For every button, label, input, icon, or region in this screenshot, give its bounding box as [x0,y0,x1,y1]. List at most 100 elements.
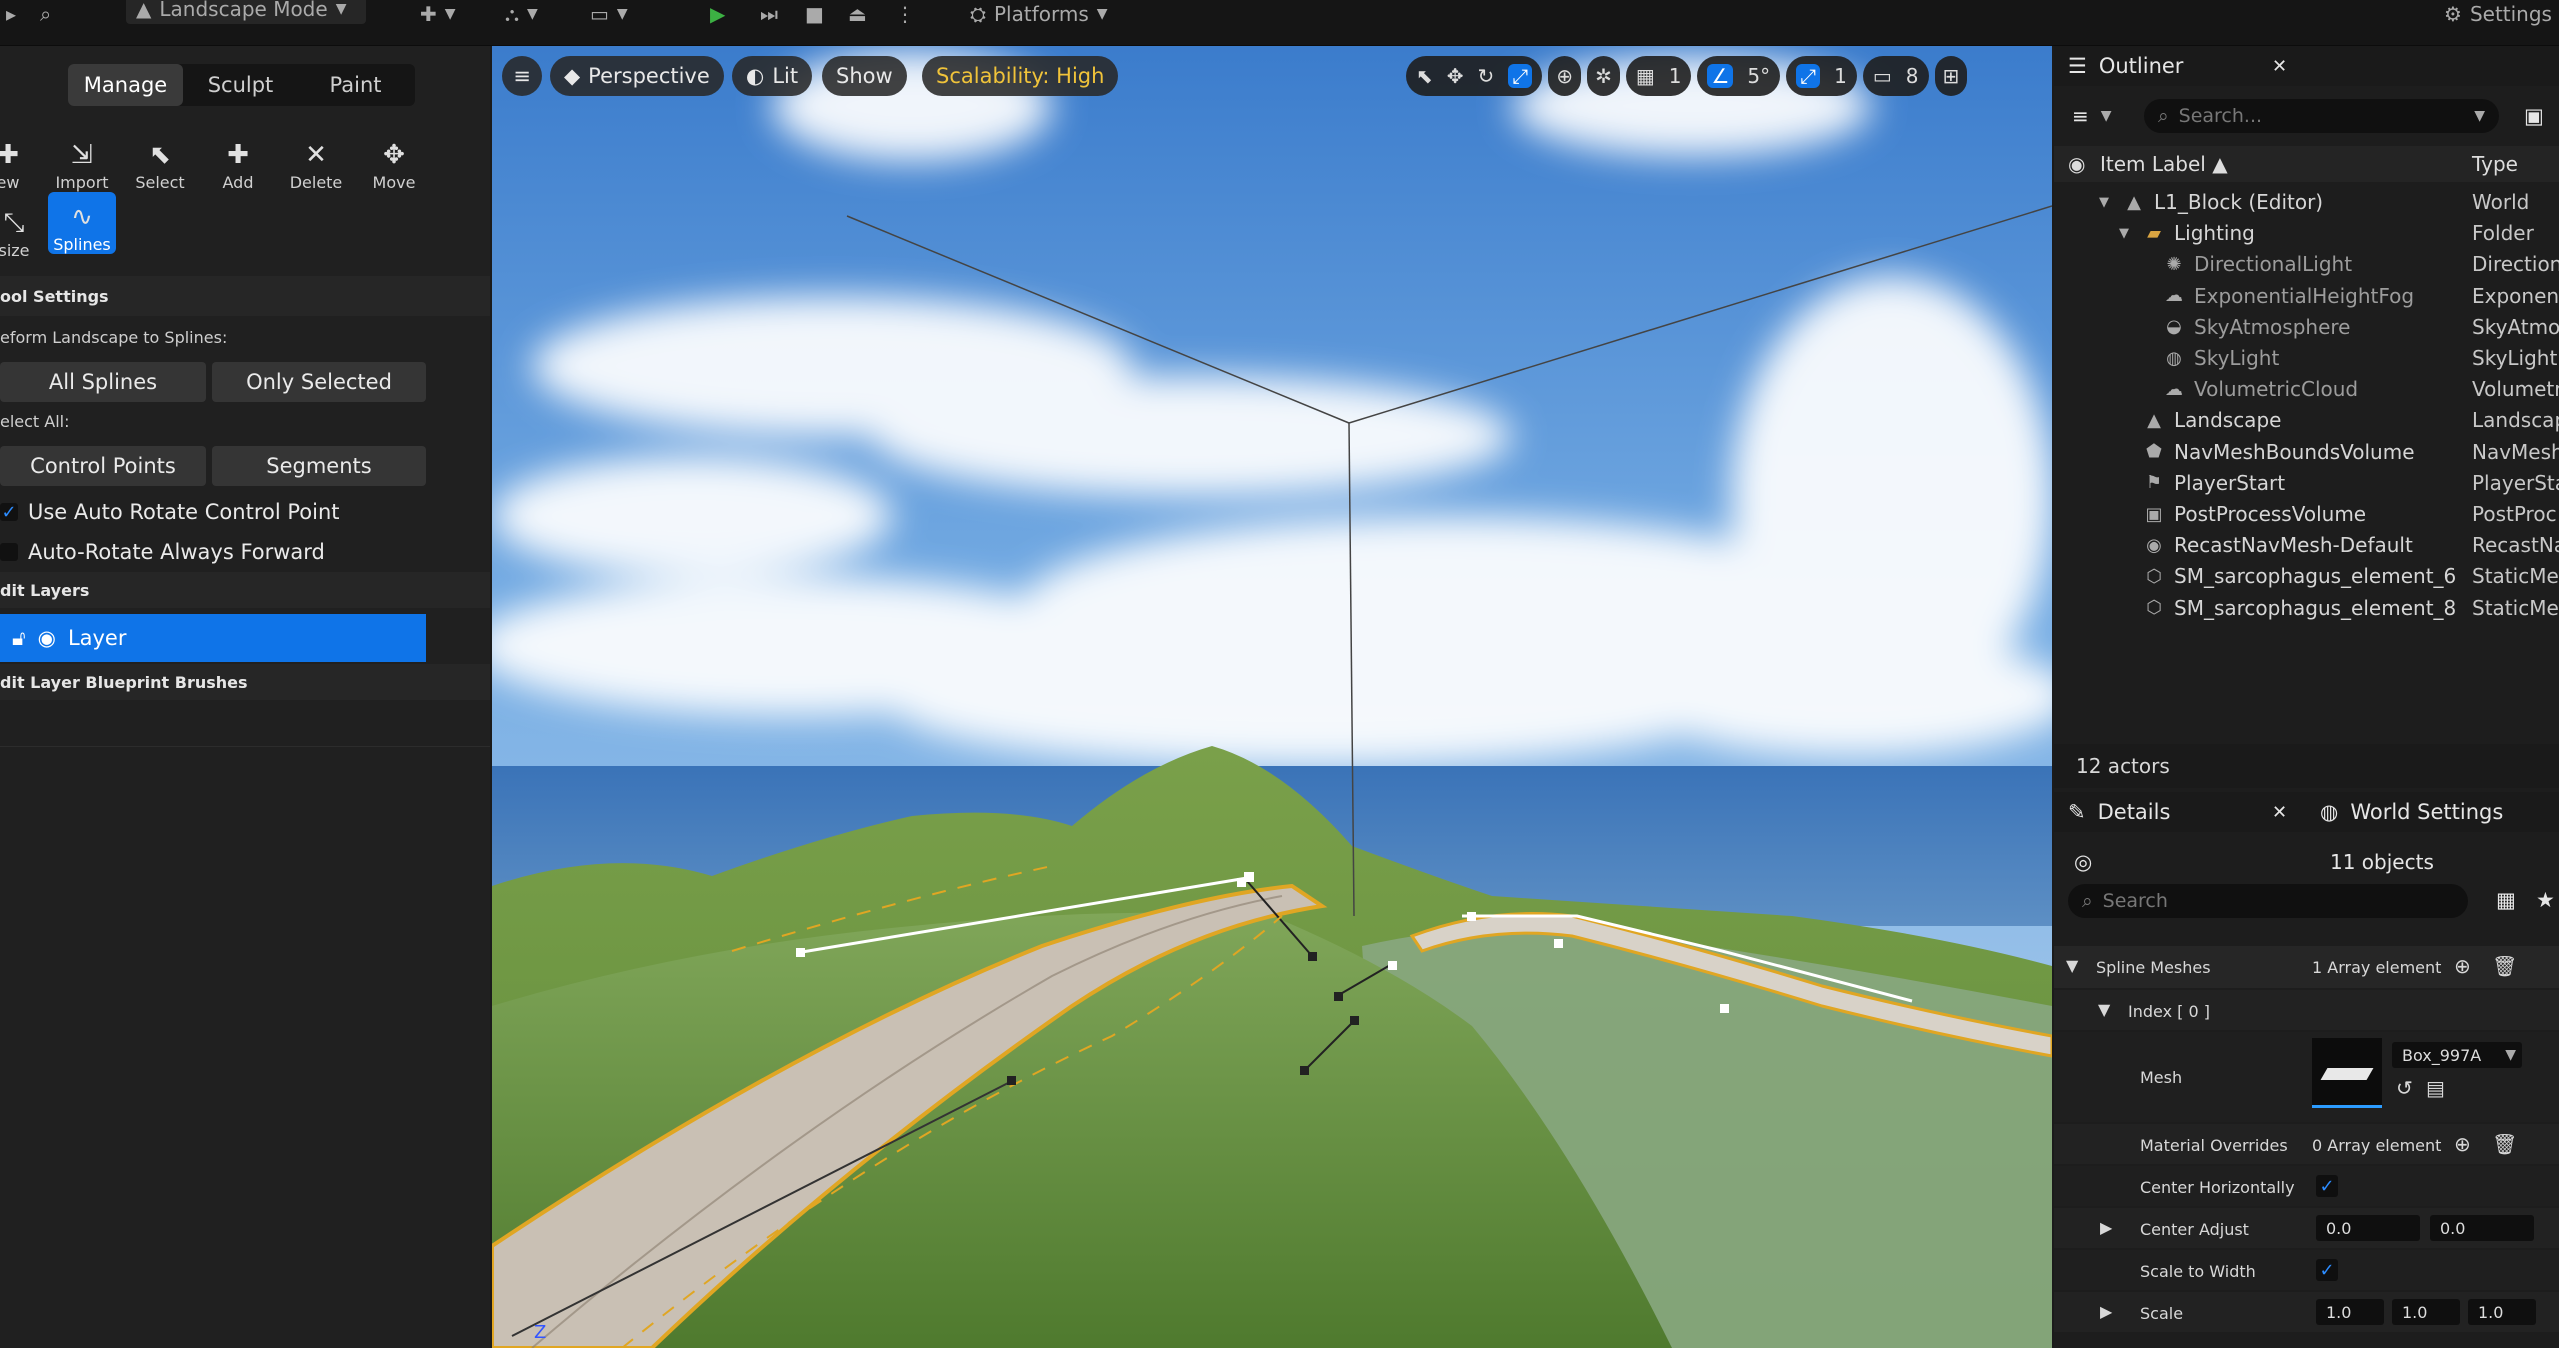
grid-snap-group[interactable]: ▦ 1 [1625,56,1692,96]
tab-sculpt[interactable]: Sculpt [183,64,298,106]
segments-button[interactable]: Segments [212,446,426,486]
outliner-row[interactable]: ☁ VolumetricCloud Volumetr [2054,373,2559,404]
use-auto-rotate-checkbox[interactable]: ✓ [0,502,18,523]
expand-arrow-icon[interactable]: ▶ [2100,1218,2112,1237]
content-browser-icon[interactable]: ⌕ [40,0,51,28]
play-button[interactable]: ▶ [710,0,725,28]
col-item-label[interactable]: Item Label ▲ [2100,152,2228,176]
rotation-snap-group[interactable]: ∠ 5° [1697,56,1781,96]
add-element-icon[interactable]: ⊕ [2454,1132,2471,1156]
center-horizontally-checkbox[interactable]: ✓ [2316,1175,2338,1197]
outliner-row[interactable]: ⬟ NavMeshBoundsVolume NavMesh [2054,436,2559,467]
expand-arrow-icon[interactable]: ▼ [2094,195,2114,210]
mode-dropdown[interactable]: ▲ Landscape Mode ▼ [126,0,366,24]
spline-control-point[interactable] [1388,961,1397,970]
outliner-tab[interactable]: ☰ Outliner [2068,46,2183,86]
spline-control-point[interactable] [796,948,805,957]
visibility-eye-icon[interactable]: ◉ [2068,152,2085,176]
spline-tangent-handle[interactable] [1350,1016,1359,1025]
center-adjust-y-input[interactable]: 0.0 [2430,1215,2534,1241]
trash-icon[interactable]: 🗑︎ [2492,1132,2517,1156]
edit-layers-header[interactable]: dit Layers [0,572,490,608]
rotate-icon[interactable]: ↻ [1478,64,1495,88]
expand-arrow-icon[interactable]: ▼ [2098,1000,2110,1019]
spline-control-point[interactable] [1554,939,1563,948]
lit-dropdown[interactable]: ◐ Lit [732,56,813,96]
coordinate-space-button[interactable]: ⊕ [1548,56,1582,96]
select-mode-icon[interactable]: ⬉ [1416,64,1433,88]
outliner-row[interactable]: ✺ DirectionalLight Direction [2054,248,2559,279]
outliner-filter-button[interactable]: ≡ ▼ [2072,96,2112,136]
perspective-dropdown[interactable]: ◆ Perspective [550,56,724,96]
trash-icon[interactable]: 🗑︎ [2492,954,2517,978]
blueprint-button[interactable]: ⛬ ▼ [505,0,538,28]
auto-rotate-forward-checkbox[interactable] [0,543,18,561]
spline-control-point[interactable] [1467,912,1476,921]
spline-tangent-handle[interactable] [1308,952,1317,961]
outliner-search[interactable]: ⌕ Search... ▼ [2144,99,2499,133]
viewport-menu-button[interactable]: ≡ [502,56,542,96]
outliner-row[interactable]: ▲ Landscape Landscap [2054,404,2559,435]
index-0-row[interactable]: ▼ Index [ 0 ] [2054,990,2559,1030]
outliner-row[interactable]: ☁ ExponentialHeightFog Exponent [2054,280,2559,311]
control-points-button[interactable]: Control Points [0,446,206,486]
use-auto-rotate-row[interactable]: ✓ Use Auto Rotate Control Point [0,494,340,530]
viewport-layout-button[interactable]: ⊞ [1934,56,1968,96]
reset-arrow-icon[interactable]: ↺ [2396,1076,2413,1100]
spline-tangent-handle[interactable] [1007,1076,1016,1085]
cinematics-button[interactable]: ▭ ▼ [590,0,628,28]
eject-button[interactable]: ⏏ [848,0,867,28]
scale-snap-group[interactable]: ⤢ 1 [1786,56,1857,96]
outliner-row[interactable]: ⬡ SM_sarcophagus_element_8 StaticMe [2054,592,2559,623]
tool-new[interactable]: ✚ ew [0,128,42,192]
all-splines-button[interactable]: All Splines [0,362,206,402]
scale-icon[interactable]: ⤢ [1508,64,1533,88]
scale-x-input[interactable]: 1.0 [2316,1299,2384,1325]
spline-control-point[interactable] [1237,878,1246,887]
step-button[interactable]: ⏭ [760,0,778,28]
tool-splines[interactable]: ∿ Splines [48,192,116,254]
browse-asset-icon[interactable]: ▤ [2426,1076,2445,1100]
platforms-button[interactable]: ⛭ Platforms ▼ [970,0,1108,28]
tab-manage[interactable]: Manage [68,64,183,106]
favorites-star-icon[interactable]: ★ [2536,880,2555,920]
surface-snap-button[interactable]: ✲ [1587,56,1620,96]
add-actor-button[interactable]: ✚ ▼ [420,0,456,28]
world-settings-tab[interactable]: ◍ World Settings [2320,792,2503,832]
center-adjust-x-input[interactable]: 0.0 [2316,1215,2420,1241]
tool-move[interactable]: ✥ Move [360,128,428,192]
outliner-row[interactable]: ▼ ▲ L1_Block (Editor) World [2054,186,2559,217]
level-viewport[interactable]: ≡ ◆ Perspective ◐ Lit Show Scalability: … [492,46,2052,1348]
spline-meshes-row[interactable]: ▼ Spline Meshes 1 Array element ⊕ 🗑︎ [2054,946,2559,988]
edit-layer-blueprint-brushes-header[interactable]: dit Layer Blueprint Brushes [0,664,490,700]
scale-z-input[interactable]: 1.0 [2468,1299,2536,1325]
spline-tangent-handle[interactable] [1300,1066,1309,1075]
col-type[interactable]: Type [2472,152,2518,176]
property-matrix-icon[interactable]: ▦ [2496,880,2516,920]
details-search[interactable]: ⌕ Search [2068,884,2468,918]
translate-icon[interactable]: ✥ [1447,64,1464,88]
stop-button[interactable]: ■ [805,0,824,28]
more-options-icon[interactable]: ⋮ [895,0,915,28]
tool-settings-header[interactable]: ool Settings [0,276,490,316]
auto-rotate-forward-row[interactable]: Auto-Rotate Always Forward [0,534,325,570]
layer-row[interactable]: 🔓︎ ◉ Layer [0,614,426,662]
selection-icon[interactable]: ◎ [2074,842,2092,882]
outliner-row[interactable]: ▣ PostProcessVolume PostProc [2054,498,2559,529]
tool-add[interactable]: ✚ Add [204,128,272,192]
show-dropdown[interactable]: Show [822,56,907,96]
only-selected-button[interactable]: Only Selected [212,362,426,402]
tool-import[interactable]: ⇲ Import [48,128,116,192]
details-close-icon[interactable]: ✕ [2272,792,2287,832]
scalability-dropdown[interactable]: Scalability: High [922,56,1119,96]
scale-y-input[interactable]: 1.0 [2392,1299,2460,1325]
camera-speed-group[interactable]: ▭ 8 [1862,56,1929,96]
settings-button[interactable]: ⚙ Settings [2444,0,2552,28]
outliner-close-icon[interactable]: ✕ [2272,46,2287,86]
expand-arrow-icon[interactable]: ▶ [2100,1302,2112,1321]
outliner-row[interactable]: ▼ ▰ Lighting Folder [2054,217,2559,248]
tab-paint[interactable]: Paint [298,64,413,106]
expand-arrow-icon[interactable]: ▼ [2114,226,2134,241]
add-element-icon[interactable]: ⊕ [2454,954,2471,978]
tool-delete[interactable]: ✕ Delete [282,128,350,192]
